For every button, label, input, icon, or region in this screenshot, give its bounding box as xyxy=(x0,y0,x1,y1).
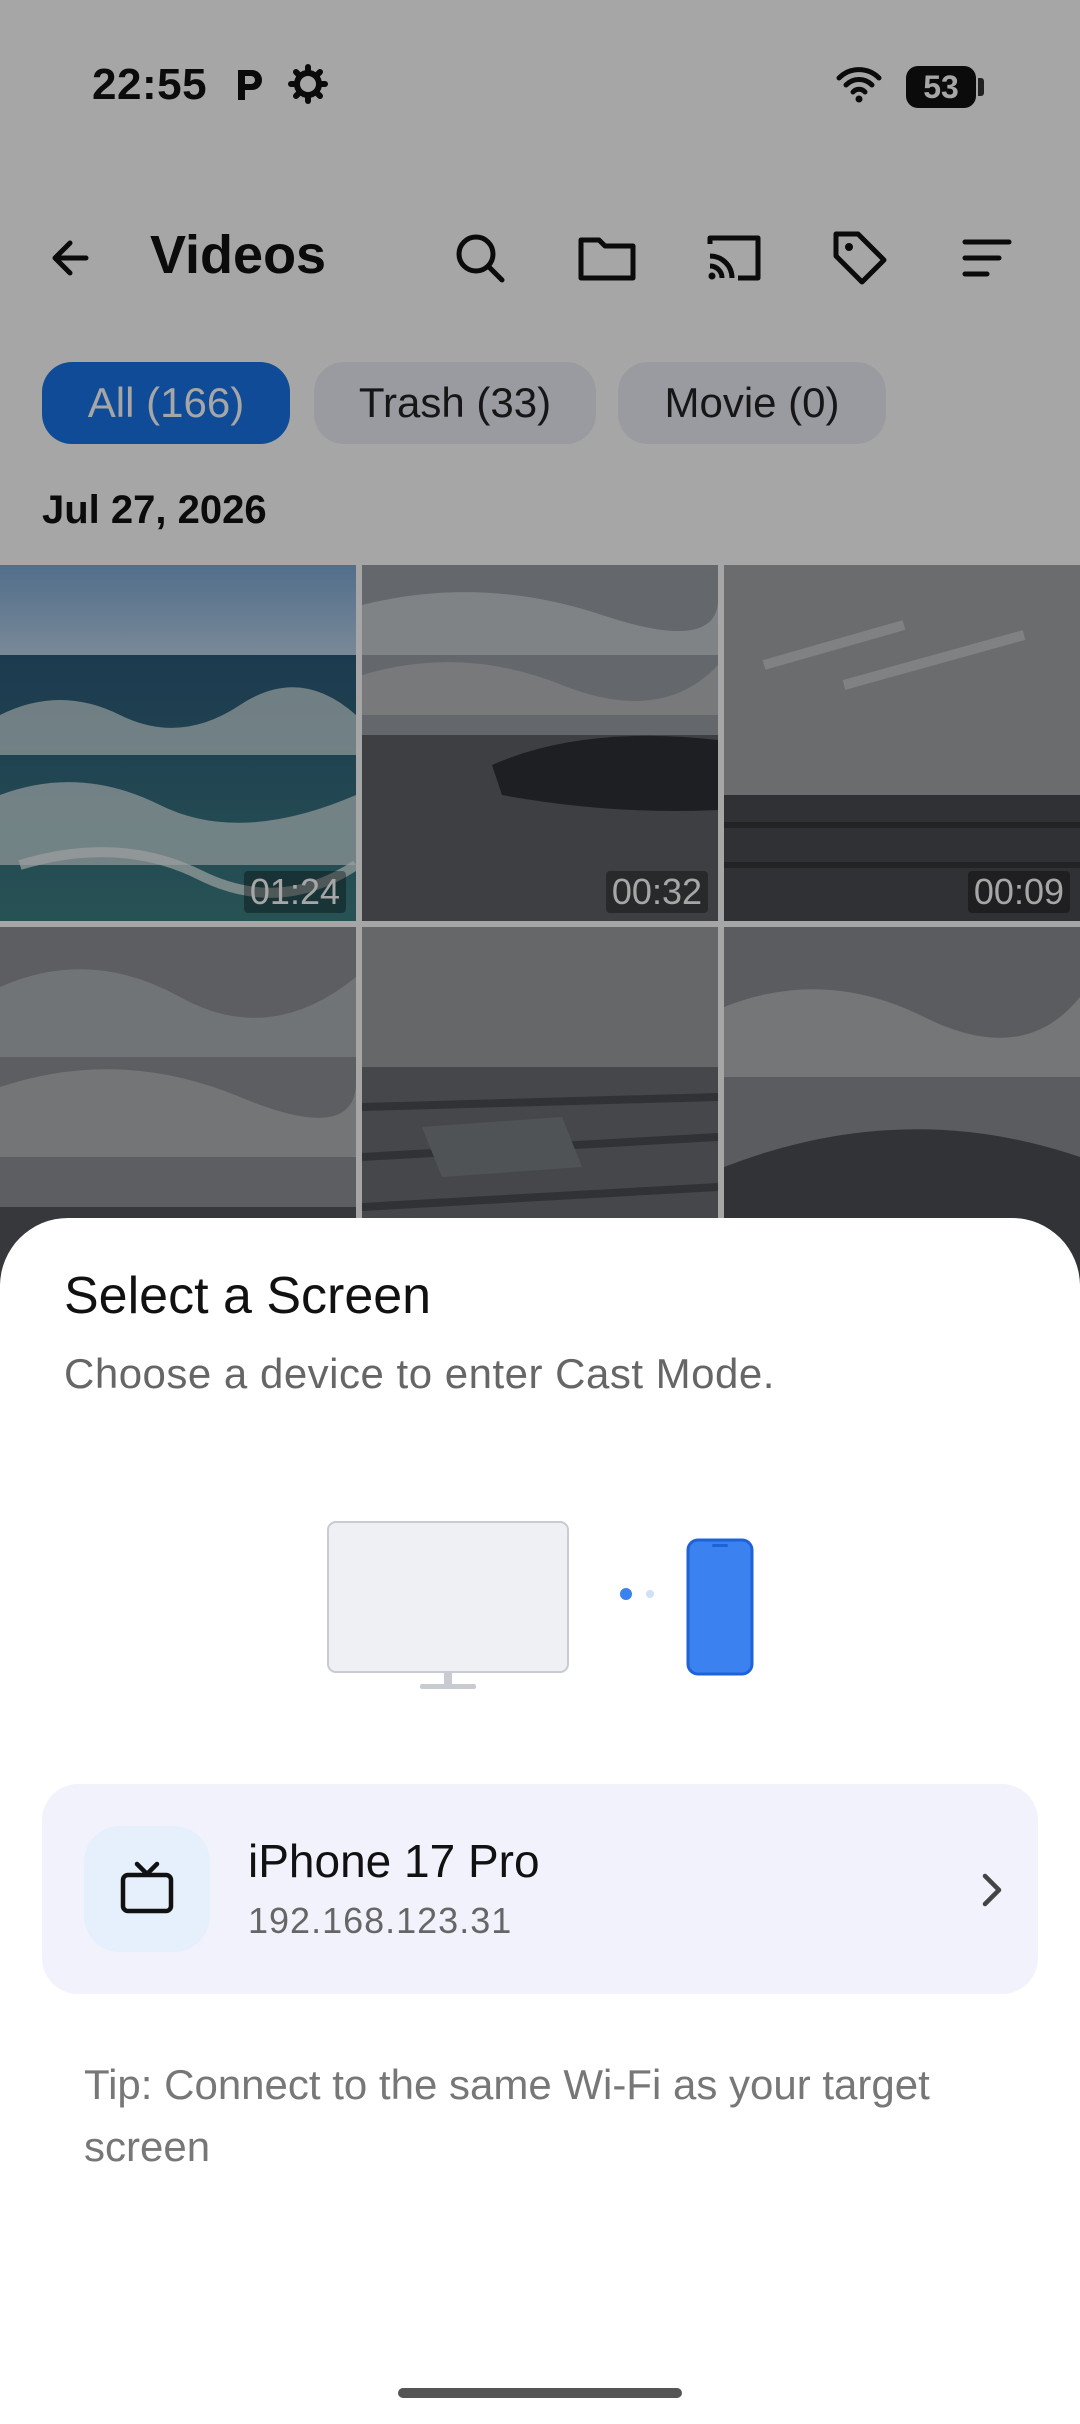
home-indicator[interactable] xyxy=(398,2388,682,2398)
sheet-title: Select a Screen xyxy=(64,1267,432,1325)
tv-icon xyxy=(120,1861,174,1914)
cast-tip: Tip: Connect to the same Wi-Fi as your t… xyxy=(84,2061,930,2170)
cast-illustration xyxy=(327,1521,754,1689)
device-ip: 192.168.123.31 xyxy=(248,1900,513,1941)
device-list-item[interactable]: iPhone 17 Pro 192.168.123.31 xyxy=(42,1784,1038,1994)
connection-dot xyxy=(620,1588,632,1600)
monitor-illustration xyxy=(327,1521,569,1689)
cast-bottom-sheet: Select a Screen Choose a device to enter… xyxy=(0,1218,1080,2424)
chevron-right-icon xyxy=(982,1873,1002,1907)
device-name: iPhone 17 Pro xyxy=(248,1835,540,1887)
device-icon-container xyxy=(84,1826,210,1952)
sheet-subtitle: Choose a device to enter Cast Mode. xyxy=(64,1350,775,1397)
phone-illustration xyxy=(686,1538,754,1676)
